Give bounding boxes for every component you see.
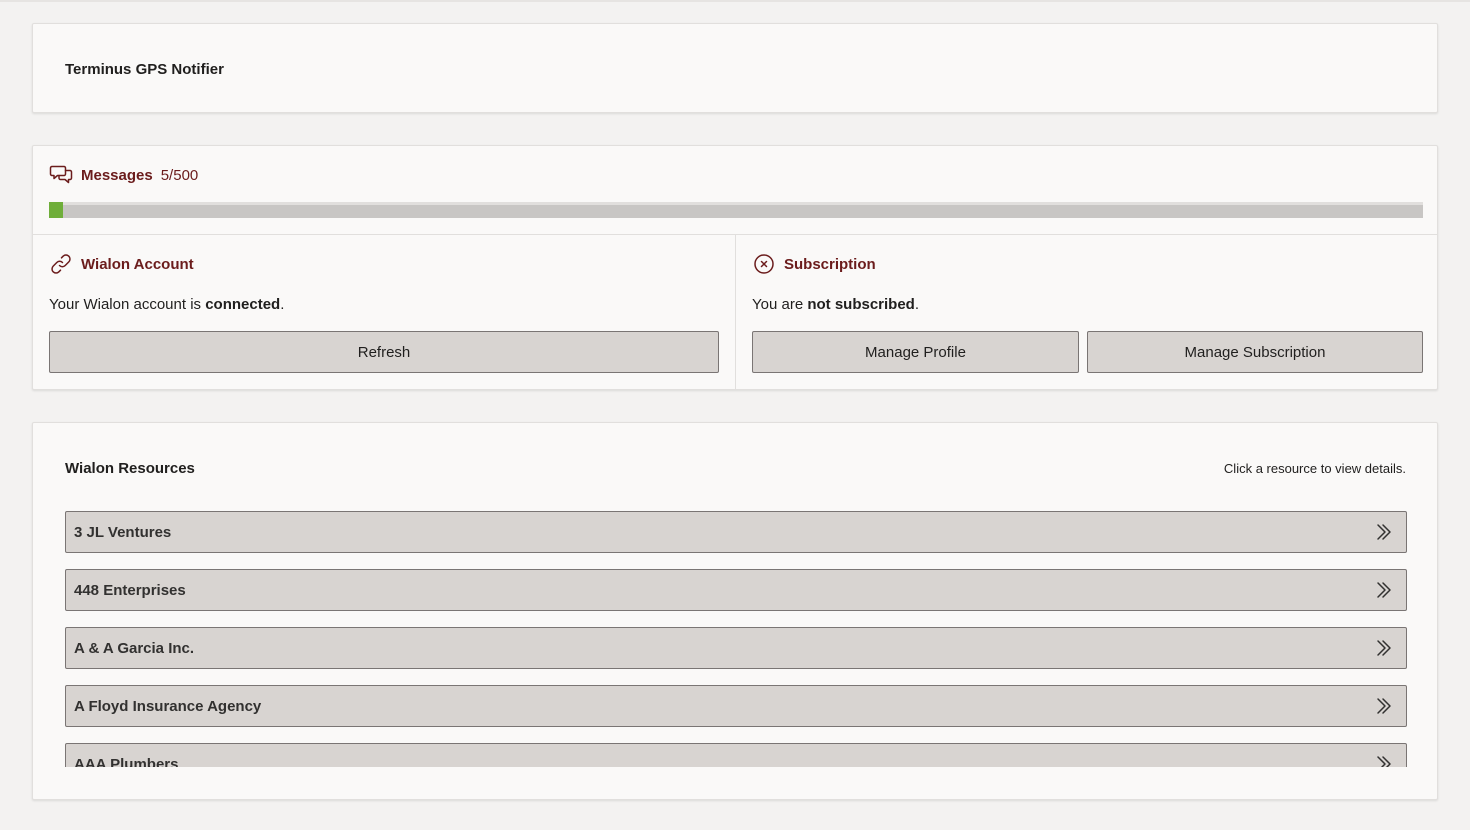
link-icon <box>49 252 73 276</box>
messages-count: 5/500 <box>160 166 199 184</box>
subscription-status-suffix: . <box>914 296 920 313</box>
messages-header: Messages 5/500 <box>49 164 198 186</box>
subscription-status-prefix: You are <box>752 296 808 313</box>
wialon-status-value: connected <box>205 296 281 313</box>
resources-title: Wialon Resources <box>65 460 195 477</box>
double-chevron-right-icon <box>1374 522 1394 542</box>
resources-card: Wialon Resources Click a resource to vie… <box>32 422 1438 800</box>
messages-label: Messages <box>81 166 153 184</box>
manage-subscription-button[interactable]: Manage Subscription <box>1087 331 1423 373</box>
wialon-account-label: Wialon Account <box>81 255 194 273</box>
resource-name: A & A Garcia Inc. <box>74 640 195 657</box>
subscription-status-value: not subscribed <box>807 296 915 313</box>
manage-profile-button[interactable]: Manage Profile <box>752 331 1079 373</box>
double-chevron-right-icon <box>1374 638 1394 658</box>
status-card: Messages 5/500 Wialon Account Your Wialo… <box>32 145 1438 390</box>
resource-name: 448 Enterprises <box>74 582 186 599</box>
chat-bubbles-icon <box>49 163 73 187</box>
resource-item[interactable]: 3 JL Ventures <box>65 511 1407 553</box>
subscription-header: Subscription <box>752 252 876 276</box>
wialon-status-prefix: Your Wialon account is <box>49 296 206 313</box>
wialon-account-header: Wialon Account <box>49 252 194 276</box>
refresh-button[interactable]: Refresh <box>49 331 719 373</box>
subscription-label: Subscription <box>784 255 876 273</box>
double-chevron-right-icon <box>1374 580 1394 600</box>
wialon-status-suffix: . <box>280 296 285 313</box>
resource-list[interactable]: 3 JL Ventures 448 Enterprises A & A Garcia… <box>65 511 1407 767</box>
app-title: Terminus GPS Notifier <box>65 61 224 78</box>
messages-progress-bar <box>49 202 1423 218</box>
resource-name: 3 JL Ventures <box>74 524 172 541</box>
subscription-status: You are not subscribed. <box>752 296 919 313</box>
messages-progress-fill <box>49 202 63 218</box>
resource-item[interactable]: AAA Plumbers <box>65 743 1407 767</box>
column-divider <box>735 235 736 389</box>
resource-item[interactable]: A Floyd Insurance Agency <box>65 685 1407 727</box>
resource-name: A Floyd Insurance Agency <box>74 698 262 715</box>
resources-hint: Click a resource to view details. <box>1223 461 1406 476</box>
resource-item[interactable]: 448 Enterprises <box>65 569 1407 611</box>
resource-name: AAA Plumbers <box>74 756 179 767</box>
resource-item[interactable]: A & A Garcia Inc. <box>65 627 1407 669</box>
circle-x-icon <box>752 252 776 276</box>
wialon-account-status: Your Wialon account is connected. <box>49 296 284 313</box>
double-chevron-right-icon <box>1374 754 1394 767</box>
app-header-card: Terminus GPS Notifier <box>32 23 1438 113</box>
top-edge <box>0 0 1470 2</box>
double-chevron-right-icon <box>1374 696 1394 716</box>
